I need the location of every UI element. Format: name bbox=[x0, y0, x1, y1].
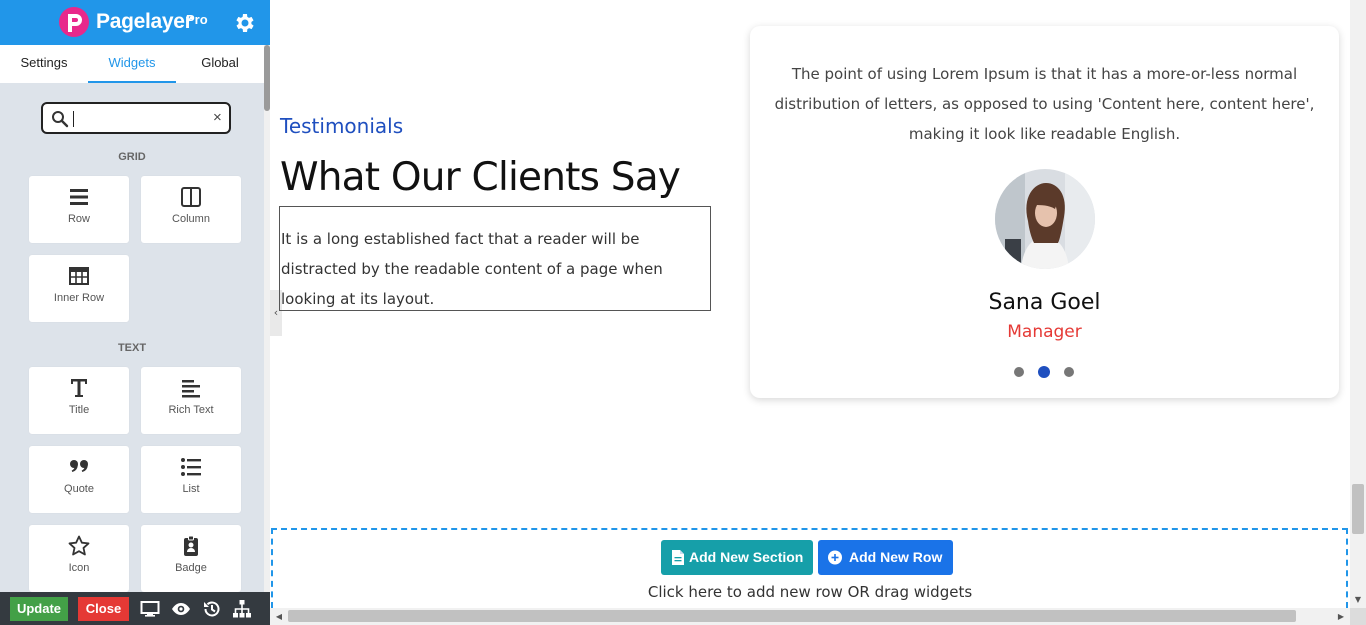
scroll-right-arrow-icon[interactable]: ▶ bbox=[1334, 608, 1348, 625]
add-new-row-button[interactable]: Add New Row bbox=[818, 540, 953, 575]
sitemap-icon[interactable] bbox=[232, 599, 252, 619]
add-new-section-button[interactable]: Add New Section bbox=[661, 540, 813, 575]
widget-label: Rich Text bbox=[168, 404, 214, 416]
plus-circle-icon bbox=[828, 550, 842, 565]
carousel-dot-1[interactable] bbox=[1014, 367, 1024, 377]
tab-widgets[interactable]: Widgets bbox=[88, 45, 176, 83]
testimonials-label: Testimonials bbox=[280, 114, 404, 138]
pagelayer-logo-icon bbox=[59, 7, 89, 37]
add-new-section-label: Add New Section bbox=[689, 549, 804, 565]
widget-search-input[interactable] bbox=[73, 108, 211, 128]
column-icon bbox=[181, 187, 201, 207]
star-icon bbox=[68, 535, 90, 556]
logo-pro-badge: Pro bbox=[186, 12, 208, 27]
scroll-down-arrow-icon[interactable]: ▼ bbox=[1350, 592, 1366, 608]
widget-list[interactable]: List bbox=[141, 446, 241, 513]
scroll-left-arrow-icon[interactable]: ◀ bbox=[272, 608, 286, 625]
page-horizontal-scrollbar-thumb[interactable] bbox=[288, 610, 1296, 622]
badge-icon bbox=[184, 535, 198, 556]
widget-badge[interactable]: Badge bbox=[141, 525, 241, 592]
widget-label: Quote bbox=[64, 483, 94, 495]
widget-label: Title bbox=[68, 404, 90, 416]
inner-row-icon bbox=[69, 267, 89, 285]
widget-quote[interactable]: Quote bbox=[29, 446, 129, 513]
scrollbar-corner bbox=[1350, 608, 1366, 625]
widget-label: Row bbox=[67, 213, 90, 225]
logo-text: Pagelayer bbox=[96, 10, 193, 33]
widget-label: Inner Row bbox=[53, 292, 105, 304]
tab-settings[interactable]: Settings bbox=[0, 45, 88, 83]
widget-label: Icon bbox=[68, 562, 90, 574]
widget-row[interactable]: Row bbox=[29, 176, 129, 243]
drop-hint-text: Click here to add new row OR drag widget… bbox=[647, 583, 973, 601]
add-new-row-label: Add New Row bbox=[849, 549, 943, 565]
avatar bbox=[995, 169, 1095, 269]
sidebar-footer: Update Close bbox=[0, 592, 270, 625]
close-button[interactable]: Close bbox=[78, 597, 129, 621]
sidebar-header: Pagelayer Pro bbox=[0, 0, 270, 45]
section-description: It is a long established fact that a rea… bbox=[281, 230, 663, 308]
carousel-dot-3[interactable] bbox=[1064, 367, 1074, 377]
widget-rich-text[interactable]: Rich Text bbox=[141, 367, 241, 434]
rich-text-icon bbox=[182, 380, 200, 398]
tab-global[interactable]: Global bbox=[176, 45, 264, 83]
page-vertical-scrollbar-thumb[interactable] bbox=[1352, 484, 1364, 534]
search-icon bbox=[52, 111, 69, 128]
widget-column[interactable]: Column bbox=[141, 176, 241, 243]
widget-label: List bbox=[182, 483, 200, 495]
clear-search-icon[interactable]: × bbox=[213, 109, 222, 126]
row-icon bbox=[70, 189, 88, 205]
testimonial-name: Sana Goel bbox=[988, 290, 1101, 315]
widget-label: Badge bbox=[175, 562, 207, 574]
section-heading: What Our Clients Say bbox=[280, 155, 681, 200]
quote-icon bbox=[70, 460, 88, 472]
gear-icon[interactable] bbox=[233, 11, 257, 35]
widget-inner-row[interactable]: Inner Row bbox=[29, 255, 129, 322]
widget-search-box: × bbox=[41, 102, 231, 134]
text-cursor bbox=[73, 111, 74, 127]
carousel-dot-2[interactable] bbox=[1038, 366, 1050, 378]
widget-icon[interactable]: Icon bbox=[29, 525, 129, 592]
testimonial-card: The point of using Lorem Ipsum is that i… bbox=[750, 26, 1339, 398]
testimonial-role: Manager bbox=[1007, 322, 1082, 342]
title-icon bbox=[71, 379, 87, 397]
widget-title[interactable]: Title bbox=[29, 367, 129, 434]
history-icon[interactable] bbox=[202, 599, 222, 619]
widget-label: Column bbox=[172, 213, 210, 225]
selected-text-widget[interactable]: It is a long established fact that a rea… bbox=[279, 206, 711, 311]
editor-sidebar: Pagelayer Pro Settings Widgets Global × … bbox=[0, 0, 270, 625]
eye-icon[interactable] bbox=[171, 599, 191, 619]
sidebar-tabs: Settings Widgets Global bbox=[0, 45, 264, 83]
list-icon bbox=[181, 458, 201, 476]
desktop-icon[interactable] bbox=[140, 599, 160, 619]
testimonial-quote: The point of using Lorem Ipsum is that i… bbox=[774, 65, 1315, 143]
group-label-text: TEXT bbox=[117, 342, 147, 354]
update-button[interactable]: Update bbox=[10, 597, 68, 621]
file-icon bbox=[672, 550, 684, 565]
group-label-grid: GRID bbox=[118, 151, 146, 163]
